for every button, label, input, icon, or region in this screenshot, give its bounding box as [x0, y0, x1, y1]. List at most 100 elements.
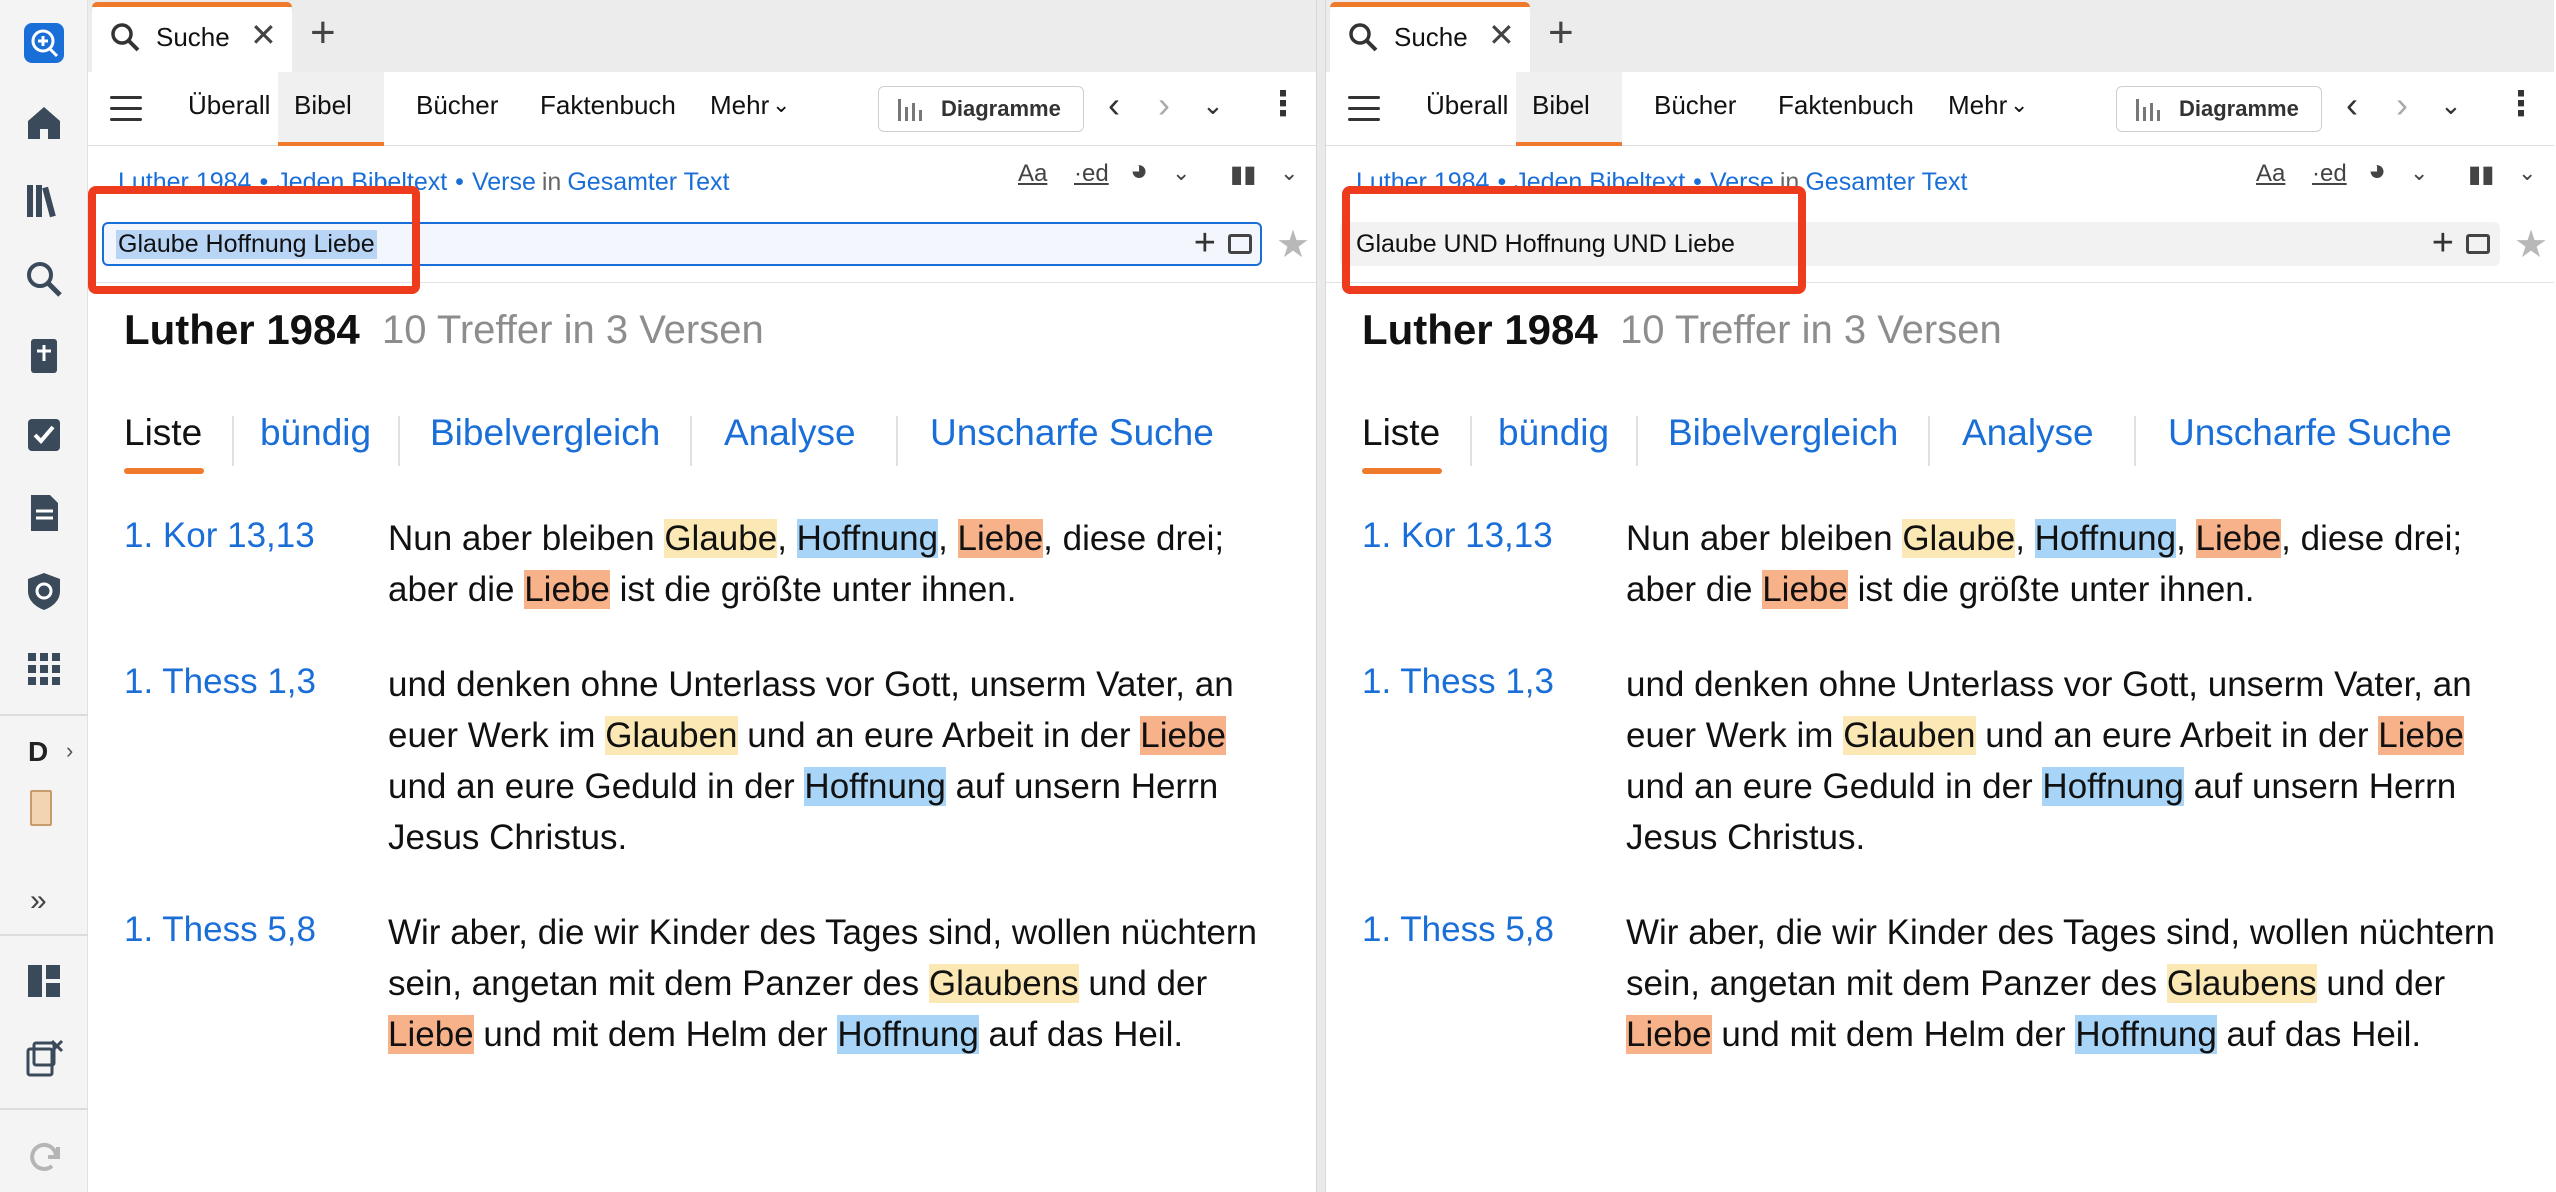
font-size-icon[interactable]: Aa — [1018, 160, 1047, 188]
new-tab-icon[interactable]: + — [310, 8, 336, 58]
tab-search[interactable]: Suche ✕ — [92, 2, 292, 72]
nav-everywhere[interactable]: Überall — [1426, 90, 1508, 121]
view-tab-analysis[interactable]: Analyse — [1962, 412, 2094, 454]
crumb-range[interactable]: Gesamter Text — [567, 168, 729, 196]
verse-reference-link[interactable]: 1. Thess 1,3 — [1362, 662, 1554, 702]
visual-filter-icon[interactable]: ◕ — [1130, 154, 1148, 188]
crumb-unit[interactable]: Verse — [472, 168, 536, 196]
view-tab-compact[interactable]: bündig — [260, 412, 371, 454]
verse-segment: ist die größte unter ihnen. — [609, 570, 1017, 609]
search-icon[interactable] — [19, 254, 69, 304]
nav-books[interactable]: Bücher — [1654, 90, 1736, 121]
diagrams-button[interactable]: Diagramme — [878, 86, 1084, 132]
panel-menu-icon[interactable]: ⋮ — [1266, 84, 1300, 124]
search-panel-left: Suche ✕ + Überall Bibel Bücher Faktenbuc… — [88, 0, 1316, 1192]
keyboard-icon[interactable] — [1228, 234, 1252, 254]
bar-chart-icon — [2136, 99, 2160, 121]
layout-icon[interactable] — [19, 956, 69, 1006]
ed-options-icon[interactable]: ·ed — [1074, 160, 1109, 188]
panel-menu-icon[interactable]: ⋮ — [2504, 84, 2538, 124]
verse-reference-link[interactable]: 1. Thess 5,8 — [1362, 910, 1554, 950]
hamburger-menu-icon[interactable] — [110, 96, 142, 124]
visual-filter-icon[interactable]: ◕ — [2368, 154, 2386, 188]
hit-hoffnung: Hoffnung — [2042, 767, 2184, 806]
filter-chevron-icon[interactable]: ⌄ — [2410, 160, 2428, 186]
close-tab-icon[interactable]: ✕ — [1488, 16, 1515, 54]
back-arrow-icon[interactable]: ‹ — [2346, 84, 2358, 126]
favorite-star-icon[interactable]: ★ — [2514, 222, 2548, 267]
verse-reference-link[interactable]: 1. Kor 13,13 — [1362, 516, 1553, 556]
forward-arrow-icon[interactable]: › — [1158, 84, 1170, 126]
pilot-icon[interactable] — [19, 566, 69, 616]
panel-divider[interactable] — [1316, 0, 1326, 1192]
split-view-icon[interactable]: ▮▮ — [1230, 160, 1256, 189]
filter-chevron-icon[interactable]: ⌄ — [1172, 160, 1190, 186]
checklist-icon[interactable] — [19, 410, 69, 460]
crumb-range[interactable]: Gesamter Text — [1805, 168, 1967, 196]
view-tab-compact[interactable]: bündig — [1498, 412, 1609, 454]
left-rail: D › » — [0, 0, 88, 1192]
tab-strip: Suche ✕ + — [88, 0, 1316, 72]
nav-books[interactable]: Bücher — [416, 90, 498, 121]
history-chevron-icon[interactable]: ⌄ — [1202, 90, 1224, 121]
nav-bible[interactable]: Bibel — [294, 90, 352, 121]
keyboard-icon[interactable] — [2466, 234, 2490, 254]
view-tab-bible-compare[interactable]: Bibelvergleich — [1668, 412, 1898, 454]
hit-glaube: Glauben — [605, 716, 738, 755]
split-chevron-icon[interactable]: ⌄ — [2518, 160, 2536, 186]
verse-segment: , — [2176, 519, 2196, 558]
home-icon[interactable] — [19, 98, 69, 148]
close-tab-icon[interactable]: ✕ — [250, 16, 277, 54]
nav-factbook[interactable]: Faktenbuch — [1778, 90, 1914, 121]
verse-segment: Nun aber bleiben — [388, 519, 665, 558]
sync-icon[interactable] — [19, 1132, 69, 1182]
annotation-highlight-box — [88, 186, 420, 294]
add-search-icon[interactable] — [19, 18, 69, 68]
view-tab-bible-compare[interactable]: Bibelvergleich — [430, 412, 660, 454]
nav-active-underline — [1516, 142, 1622, 146]
split-view-icon[interactable]: ▮▮ — [2468, 160, 2494, 189]
close-panels-icon[interactable] — [19, 1034, 69, 1084]
forward-arrow-icon[interactable]: › — [2396, 84, 2408, 126]
ed-options-icon[interactable]: ·ed — [2312, 160, 2347, 188]
rail-book-thumbnail[interactable] — [30, 790, 52, 826]
view-tab-list[interactable]: Liste — [124, 412, 202, 454]
view-tab-fuzzy-search[interactable]: Unscharfe Suche — [2168, 412, 2452, 454]
bar-chart-icon — [898, 99, 922, 121]
verse-reference-link[interactable]: 1. Kor 13,13 — [124, 516, 315, 556]
view-tab-fuzzy-search[interactable]: Unscharfe Suche — [930, 412, 1214, 454]
document-icon[interactable] — [19, 488, 69, 538]
rail-chevron-icon[interactable]: › — [66, 738, 73, 764]
nav-bible[interactable]: Bibel — [1532, 90, 1590, 121]
library-icon[interactable] — [19, 176, 69, 226]
nav-everywhere[interactable]: Überall — [188, 90, 270, 121]
add-term-icon[interactable]: + — [1194, 222, 1216, 265]
favorite-star-icon[interactable]: ★ — [1276, 222, 1310, 267]
view-tab-analysis[interactable]: Analyse — [724, 412, 856, 454]
expand-rail-icon[interactable]: » — [30, 884, 47, 918]
nav-more[interactable]: Mehr — [710, 90, 769, 121]
back-arrow-icon[interactable]: ‹ — [1108, 84, 1120, 126]
apps-icon[interactable] — [19, 644, 69, 694]
new-tab-icon[interactable]: + — [1548, 8, 1574, 58]
view-tab-separator — [398, 416, 400, 466]
split-chevron-icon[interactable]: ⌄ — [1280, 160, 1298, 186]
bible-version-title: Luther 1984 — [1362, 306, 1598, 353]
font-size-icon[interactable]: Aa — [2256, 160, 2285, 188]
diagrams-button[interactable]: Diagramme — [2116, 86, 2322, 132]
nav-more-chevron-icon[interactable]: ⌄ — [772, 92, 790, 118]
hamburger-menu-icon[interactable] — [1348, 96, 1380, 124]
view-tab-list[interactable]: Liste — [1362, 412, 1440, 454]
rail-letter[interactable]: D — [28, 736, 48, 768]
nav-more-chevron-icon[interactable]: ⌄ — [2010, 92, 2028, 118]
verse-reference-link[interactable]: 1. Thess 1,3 — [124, 662, 316, 702]
history-chevron-icon[interactable]: ⌄ — [2440, 90, 2462, 121]
tab-search[interactable]: Suche ✕ — [1330, 2, 1530, 72]
add-term-icon[interactable]: + — [2432, 222, 2454, 265]
nav-factbook[interactable]: Faktenbuch — [540, 90, 676, 121]
verse-reference-link[interactable]: 1. Thess 5,8 — [124, 910, 316, 950]
bible-add-icon[interactable] — [19, 332, 69, 382]
nav-more[interactable]: Mehr — [1948, 90, 2007, 121]
bible-version-title: Luther 1984 — [124, 306, 360, 353]
diagrams-label: Diagramme — [941, 96, 1061, 121]
